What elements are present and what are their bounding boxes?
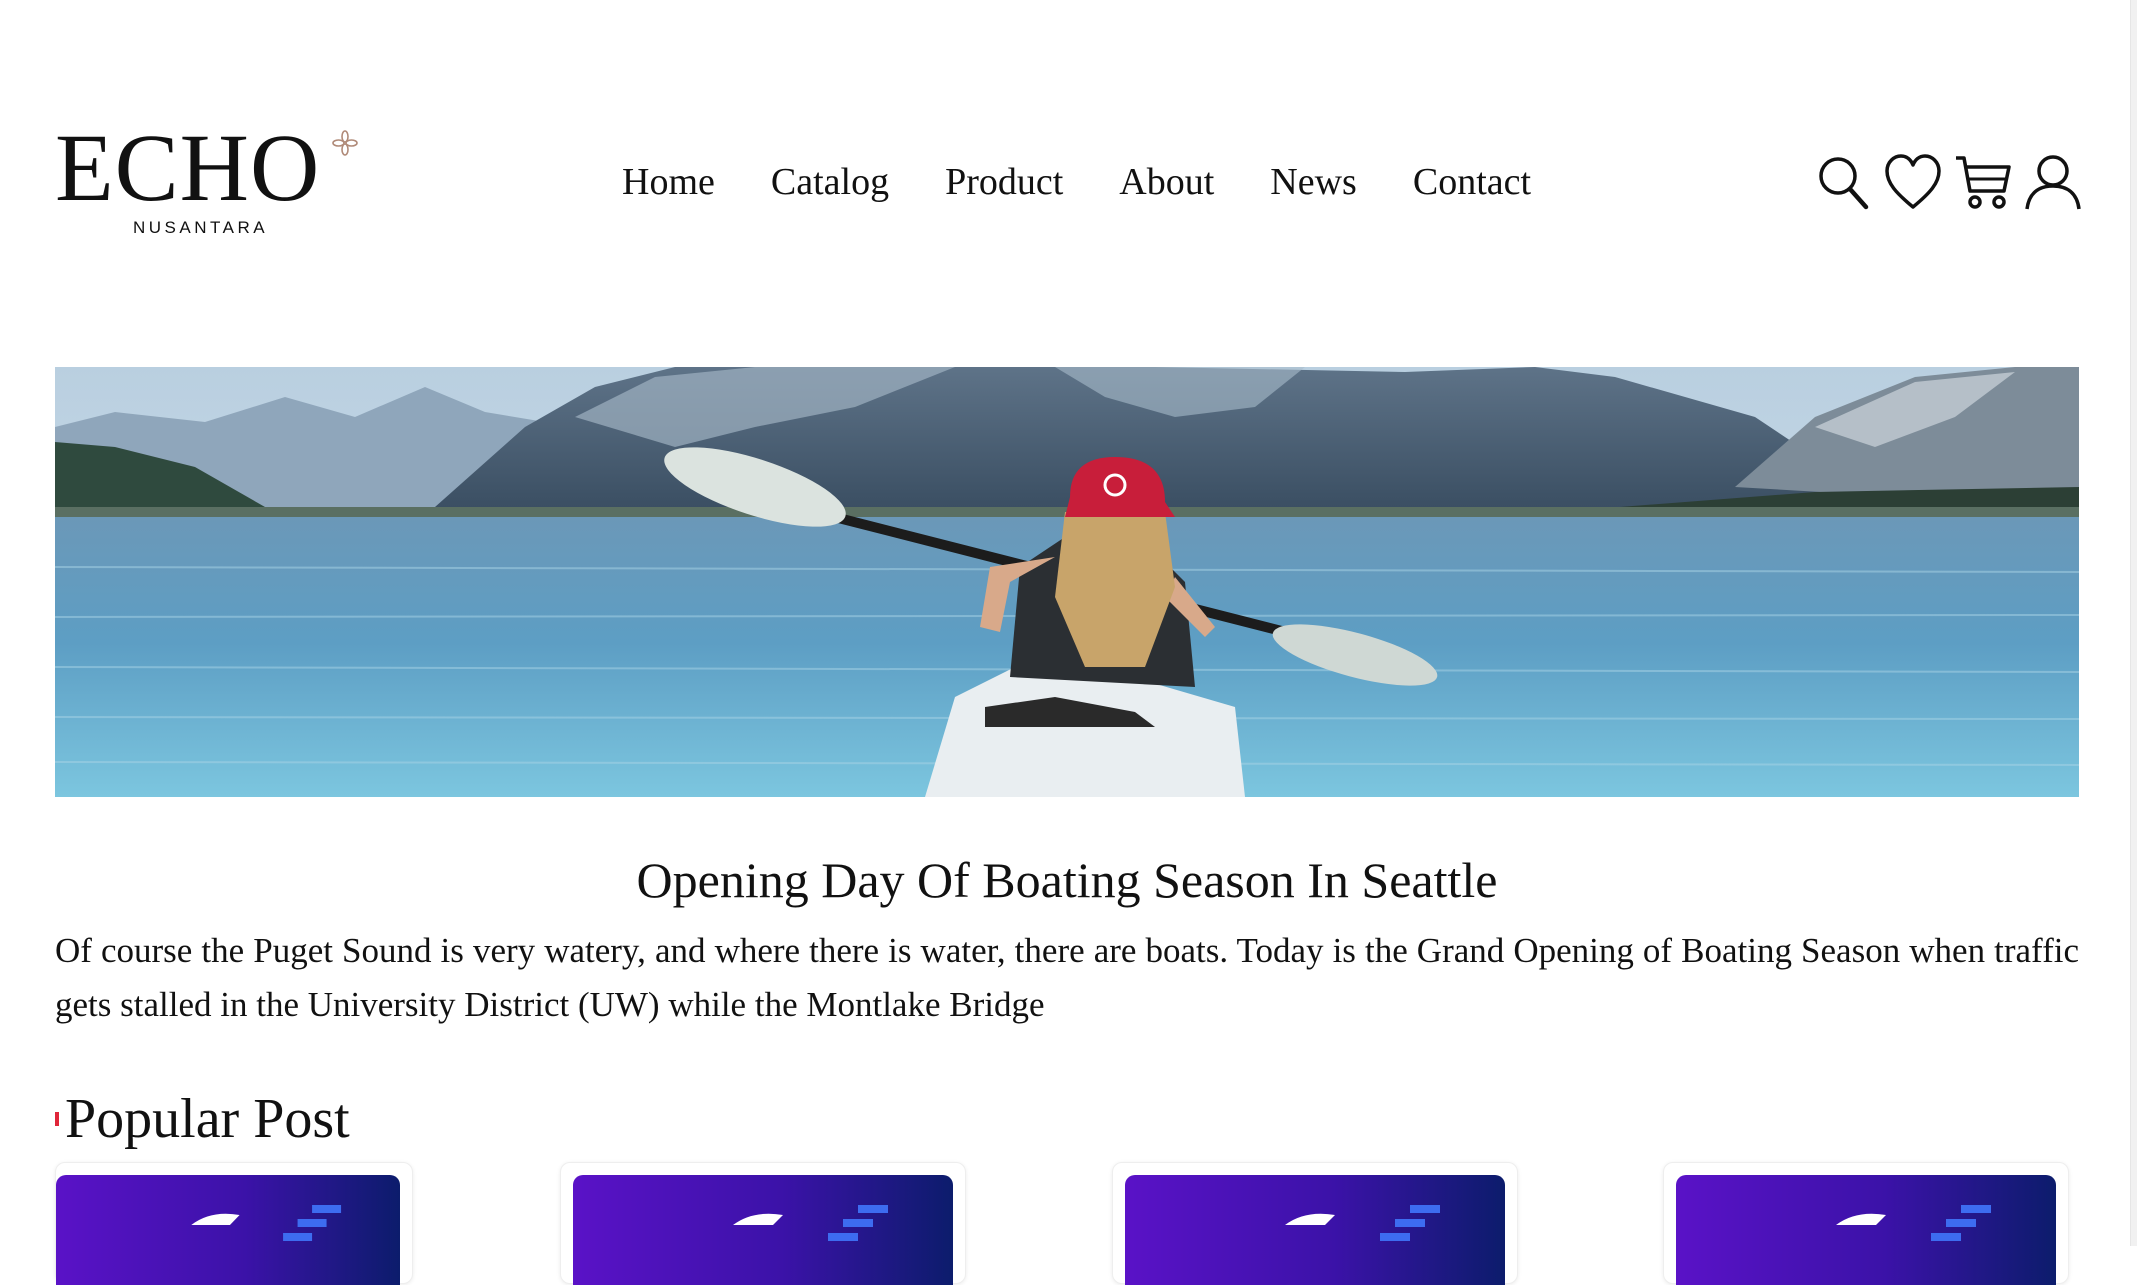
- search-icon: [1819, 157, 1869, 210]
- brand-name: ECHO: [55, 114, 321, 221]
- nav-home[interactable]: Home: [622, 154, 715, 210]
- main-nav: Home Catalog Product About News Contact: [622, 154, 1531, 210]
- article-title[interactable]: Opening Day Of Boating Season In Seattle: [55, 850, 2079, 910]
- kayaker-photo: [55, 367, 2079, 797]
- popular-post-card[interactable]: [55, 1162, 413, 1285]
- nav-about[interactable]: About: [1119, 154, 1214, 210]
- nav-contact[interactable]: Contact: [1413, 154, 1531, 210]
- page-scrollbar[interactable]: [2130, 0, 2137, 1246]
- popular-post-card[interactable]: [1663, 1162, 2069, 1285]
- cart-button[interactable]: [1954, 150, 2012, 214]
- post-thumbnail: [573, 1175, 953, 1285]
- nav-catalog[interactable]: Catalog: [771, 154, 889, 210]
- flower-icon: [332, 130, 358, 156]
- post-thumbnail: [1676, 1175, 2056, 1285]
- cart-icon: [1956, 156, 2011, 209]
- brand-logo[interactable]: ECHO NUSANTARA: [55, 118, 365, 243]
- popular-post-card[interactable]: [560, 1162, 966, 1285]
- user-icon: [2025, 155, 2081, 210]
- heart-icon: [1885, 154, 1941, 209]
- nav-product[interactable]: Product: [945, 154, 1063, 210]
- post-thumbnail: [56, 1175, 400, 1285]
- popular-post-card[interactable]: [1112, 1162, 1518, 1285]
- account-button[interactable]: [2024, 150, 2082, 214]
- popular-post-heading: Popular Post: [65, 1088, 350, 1150]
- nav-news[interactable]: News: [1270, 154, 1357, 210]
- article-excerpt: Of course the Puget Sound is very watery…: [55, 931, 2079, 1024]
- header-actions: [1814, 150, 2082, 214]
- post-thumbnail: [1125, 1175, 1505, 1285]
- search-button[interactable]: [1814, 150, 1872, 214]
- hero-image: [55, 367, 2079, 797]
- wishlist-button[interactable]: [1884, 150, 1942, 214]
- brand-tagline: NUSANTARA: [133, 218, 269, 237]
